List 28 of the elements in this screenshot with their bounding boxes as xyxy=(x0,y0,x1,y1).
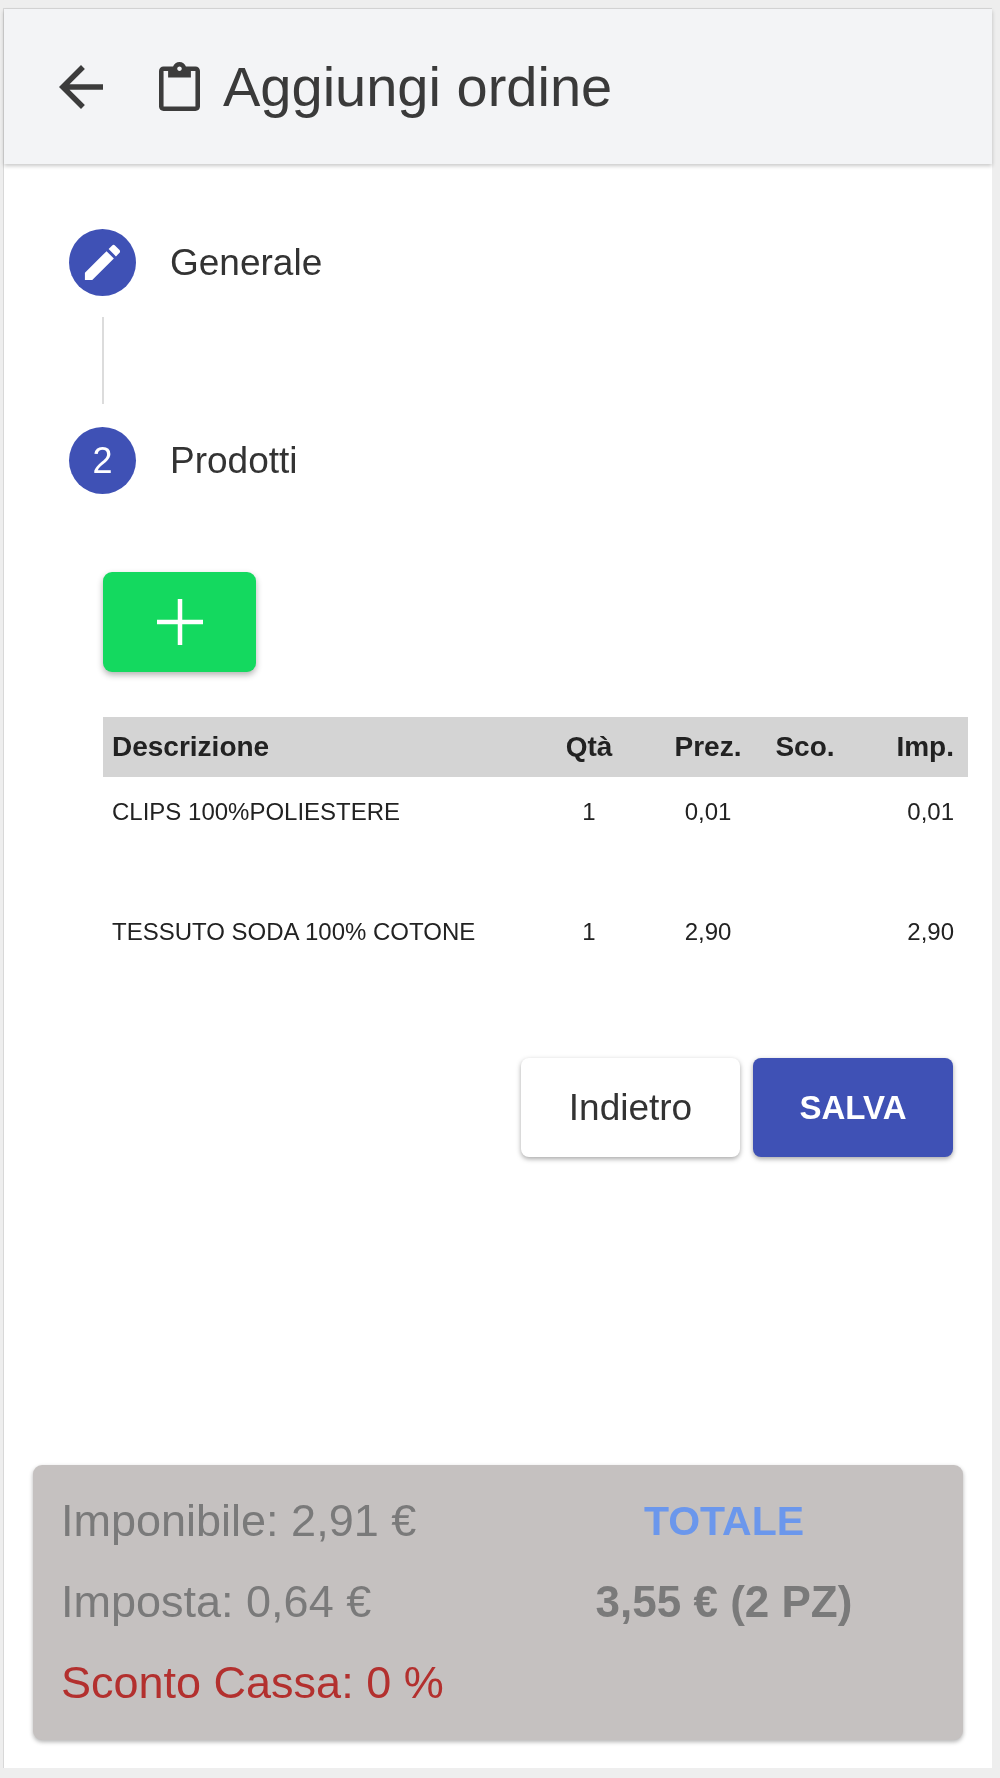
back-button[interactable]: Indietro xyxy=(521,1058,740,1157)
step-number: 2 xyxy=(69,427,136,494)
plus-icon xyxy=(156,599,203,645)
total-value: 3,55 € (2 PZ) xyxy=(595,1576,853,1628)
total-label: TOTALE xyxy=(643,1497,805,1546)
table-cell: 1 xyxy=(582,798,596,825)
step-label: Generale xyxy=(170,241,323,284)
table-cell: TESSUTO SODA 100% COTONE xyxy=(112,918,476,945)
table-cell: 2,90 xyxy=(684,918,732,945)
table-cell: 0,01 xyxy=(907,798,954,825)
cash-discount: Sconto Cassa: 0 % xyxy=(61,1657,444,1709)
save-button[interactable]: SALVA xyxy=(753,1058,953,1157)
table-cell: 0,01 xyxy=(684,798,732,825)
table-cell: 2,90 xyxy=(907,918,954,945)
back-arrow-icon[interactable] xyxy=(59,64,103,109)
table-cell: CLIPS 100%POLIESTERE xyxy=(112,798,401,825)
table-cell: 1 xyxy=(582,918,596,945)
page-title: Aggiungi ordine xyxy=(223,53,613,120)
column-header: Prez. xyxy=(674,731,742,762)
column-header: Descrizione xyxy=(112,731,270,762)
step-label: Prodotti xyxy=(170,439,298,482)
column-header: Qtà xyxy=(565,731,613,762)
summary-amount: Imposta: 0,64 € xyxy=(61,1576,372,1628)
column-header: Sco. xyxy=(775,731,835,762)
pencil-icon xyxy=(69,229,136,296)
clipboard-icon xyxy=(159,62,200,111)
summary-amount: Imponibile: 2,91 € xyxy=(61,1495,417,1547)
column-header: Imp. xyxy=(896,731,954,762)
